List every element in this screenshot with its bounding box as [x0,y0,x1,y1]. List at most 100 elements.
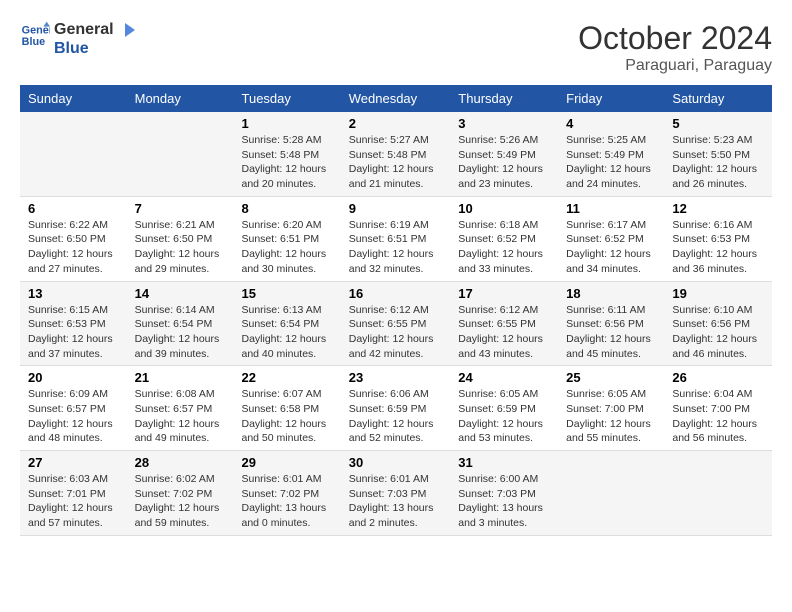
logo-wing-icon [115,23,135,37]
day-number: 9 [349,201,443,216]
day-number: 17 [458,286,550,301]
logo-name: General Blue [54,20,136,58]
day-info: Sunrise: 6:08 AM Sunset: 6:57 PM Dayligh… [135,387,226,446]
day-info: Sunrise: 6:20 AM Sunset: 6:51 PM Dayligh… [242,218,333,277]
day-info: Sunrise: 6:04 AM Sunset: 7:00 PM Dayligh… [672,387,764,446]
calendar-cell: 6 Sunrise: 6:22 AM Sunset: 6:50 PM Daylig… [20,196,127,281]
svg-text:Blue: Blue [22,36,45,48]
calendar-month-year: October 2024 [578,20,772,57]
calendar-cell: 23 Sunrise: 6:06 AM Sunset: 6:59 PM Dayli… [341,366,451,451]
day-info: Sunrise: 6:01 AM Sunset: 7:03 PM Dayligh… [349,472,443,531]
calendar-cell: 26 Sunrise: 6:04 AM Sunset: 7:00 PM Dayli… [664,366,772,451]
calendar-cell: 22 Sunrise: 6:07 AM Sunset: 6:58 PM Dayli… [234,366,341,451]
day-number: 5 [672,116,764,131]
calendar-cell: 19 Sunrise: 6:10 AM Sunset: 6:56 PM Dayli… [664,281,772,366]
calendar-cell: 5 Sunrise: 5:23 AM Sunset: 5:50 PM Daylig… [664,112,772,196]
day-info: Sunrise: 5:28 AM Sunset: 5:48 PM Dayligh… [242,133,333,192]
day-info: Sunrise: 6:11 AM Sunset: 6:56 PM Dayligh… [566,303,656,362]
day-number: 24 [458,370,550,385]
day-number: 21 [135,370,226,385]
calendar-cell: 1 Sunrise: 5:28 AM Sunset: 5:48 PM Daylig… [234,112,341,196]
calendar-cell: 21 Sunrise: 6:08 AM Sunset: 6:57 PM Dayli… [127,366,234,451]
day-info: Sunrise: 6:19 AM Sunset: 6:51 PM Dayligh… [349,218,443,277]
day-number: 11 [566,201,656,216]
day-info: Sunrise: 6:15 AM Sunset: 6:53 PM Dayligh… [28,303,119,362]
day-number: 1 [242,116,333,131]
calendar-cell: 10Sunrise: 6:18 AM Sunset: 6:52 PM Dayli… [450,196,558,281]
day-info: Sunrise: 5:25 AM Sunset: 5:49 PM Dayligh… [566,133,656,192]
calendar-cell: 13 Sunrise: 6:15 AM Sunset: 6:53 PM Dayli… [20,281,127,366]
day-number: 30 [349,455,443,470]
calendar-cell: 8 Sunrise: 6:20 AM Sunset: 6:51 PM Daylig… [234,196,341,281]
calendar-cell: 31Sunrise: 6:00 AM Sunset: 7:03 PM Dayli… [450,451,558,536]
calendar-cell [558,451,664,536]
day-info: Sunrise: 5:23 AM Sunset: 5:50 PM Dayligh… [672,133,764,192]
day-info: Sunrise: 6:07 AM Sunset: 6:58 PM Dayligh… [242,387,333,446]
day-info: Sunrise: 6:22 AM Sunset: 6:50 PM Dayligh… [28,218,119,277]
calendar-cell: 18 Sunrise: 6:11 AM Sunset: 6:56 PM Dayli… [558,281,664,366]
day-number: 23 [349,370,443,385]
day-number: 31 [458,455,550,470]
day-info: Sunrise: 6:12 AM Sunset: 6:55 PM Dayligh… [349,303,443,362]
day-info: Sunrise: 5:26 AM Sunset: 5:49 PM Dayligh… [458,133,550,192]
day-info: Sunrise: 6:10 AM Sunset: 6:56 PM Dayligh… [672,303,764,362]
day-number: 18 [566,286,656,301]
day-number: 26 [672,370,764,385]
calendar-cell: 24 Sunrise: 6:05 AM Sunset: 6:59 PM Dayli… [450,366,558,451]
calendar-cell: 12Sunrise: 6:16 AM Sunset: 6:53 PM Dayli… [664,196,772,281]
day-number: 4 [566,116,656,131]
weekday-header-tuesday: Tuesday [234,85,341,112]
calendar-week-1: 1 Sunrise: 5:28 AM Sunset: 5:48 PM Daylig… [20,112,772,196]
day-info: Sunrise: 6:12 AM Sunset: 6:55 PM Dayligh… [458,303,550,362]
day-number: 22 [242,370,333,385]
weekday-header-wednesday: Wednesday [341,85,451,112]
day-info: Sunrise: 6:05 AM Sunset: 7:00 PM Dayligh… [566,387,656,446]
day-number: 25 [566,370,656,385]
day-number: 29 [242,455,333,470]
day-info: Sunrise: 6:18 AM Sunset: 6:52 PM Dayligh… [458,218,550,277]
weekday-header-saturday: Saturday [664,85,772,112]
day-info: Sunrise: 6:21 AM Sunset: 6:50 PM Dayligh… [135,218,226,277]
day-info: Sunrise: 6:16 AM Sunset: 6:53 PM Dayligh… [672,218,764,277]
day-number: 19 [672,286,764,301]
day-number: 15 [242,286,333,301]
weekday-header-thursday: Thursday [450,85,558,112]
day-info: Sunrise: 6:13 AM Sunset: 6:54 PM Dayligh… [242,303,333,362]
calendar-cell: 15 Sunrise: 6:13 AM Sunset: 6:54 PM Dayli… [234,281,341,366]
calendar-location: Paraguari, Paraguay [578,57,772,75]
calendar-cell: 17 Sunrise: 6:12 AM Sunset: 6:55 PM Dayli… [450,281,558,366]
calendar-cell: 2 Sunrise: 5:27 AM Sunset: 5:48 PM Daylig… [341,112,451,196]
day-number: 28 [135,455,226,470]
calendar-header: SundayMondayTuesdayWednesdayThursdayFrid… [20,85,772,112]
day-number: 2 [349,116,443,131]
day-number: 3 [458,116,550,131]
day-number: 6 [28,201,119,216]
day-number: 27 [28,455,119,470]
calendar-cell: 25 Sunrise: 6:05 AM Sunset: 7:00 PM Dayli… [558,366,664,451]
day-number: 20 [28,370,119,385]
calendar-cell: 28Sunrise: 6:02 AM Sunset: 7:02 PM Dayli… [127,451,234,536]
weekday-header-monday: Monday [127,85,234,112]
day-info: Sunrise: 6:06 AM Sunset: 6:59 PM Dayligh… [349,387,443,446]
logo-icon: General Blue [20,20,50,50]
logo: General Blue General Blue [20,20,136,58]
day-info: Sunrise: 5:27 AM Sunset: 5:48 PM Dayligh… [349,133,443,192]
calendar-cell: 14Sunrise: 6:14 AM Sunset: 6:54 PM Dayli… [127,281,234,366]
day-number: 7 [135,201,226,216]
day-info: Sunrise: 6:05 AM Sunset: 6:59 PM Dayligh… [458,387,550,446]
day-info: Sunrise: 6:17 AM Sunset: 6:52 PM Dayligh… [566,218,656,277]
calendar-cell: 30 Sunrise: 6:01 AM Sunset: 7:03 PM Dayli… [341,451,451,536]
calendar-week-4: 20 Sunrise: 6:09 AM Sunset: 6:57 PM Dayli… [20,366,772,451]
page-header: General Blue General Blue October 2024 P… [20,20,772,75]
calendar-cell: 7 Sunrise: 6:21 AM Sunset: 6:50 PM Daylig… [127,196,234,281]
day-info: Sunrise: 6:03 AM Sunset: 7:01 PM Dayligh… [28,472,119,531]
calendar-table: SundayMondayTuesdayWednesdayThursdayFrid… [20,85,772,536]
day-number: 16 [349,286,443,301]
day-number: 13 [28,286,119,301]
calendar-cell [664,451,772,536]
calendar-cell [127,112,234,196]
day-number: 14 [135,286,226,301]
calendar-week-2: 6 Sunrise: 6:22 AM Sunset: 6:50 PM Daylig… [20,196,772,281]
day-number: 8 [242,201,333,216]
day-info: Sunrise: 6:09 AM Sunset: 6:57 PM Dayligh… [28,387,119,446]
